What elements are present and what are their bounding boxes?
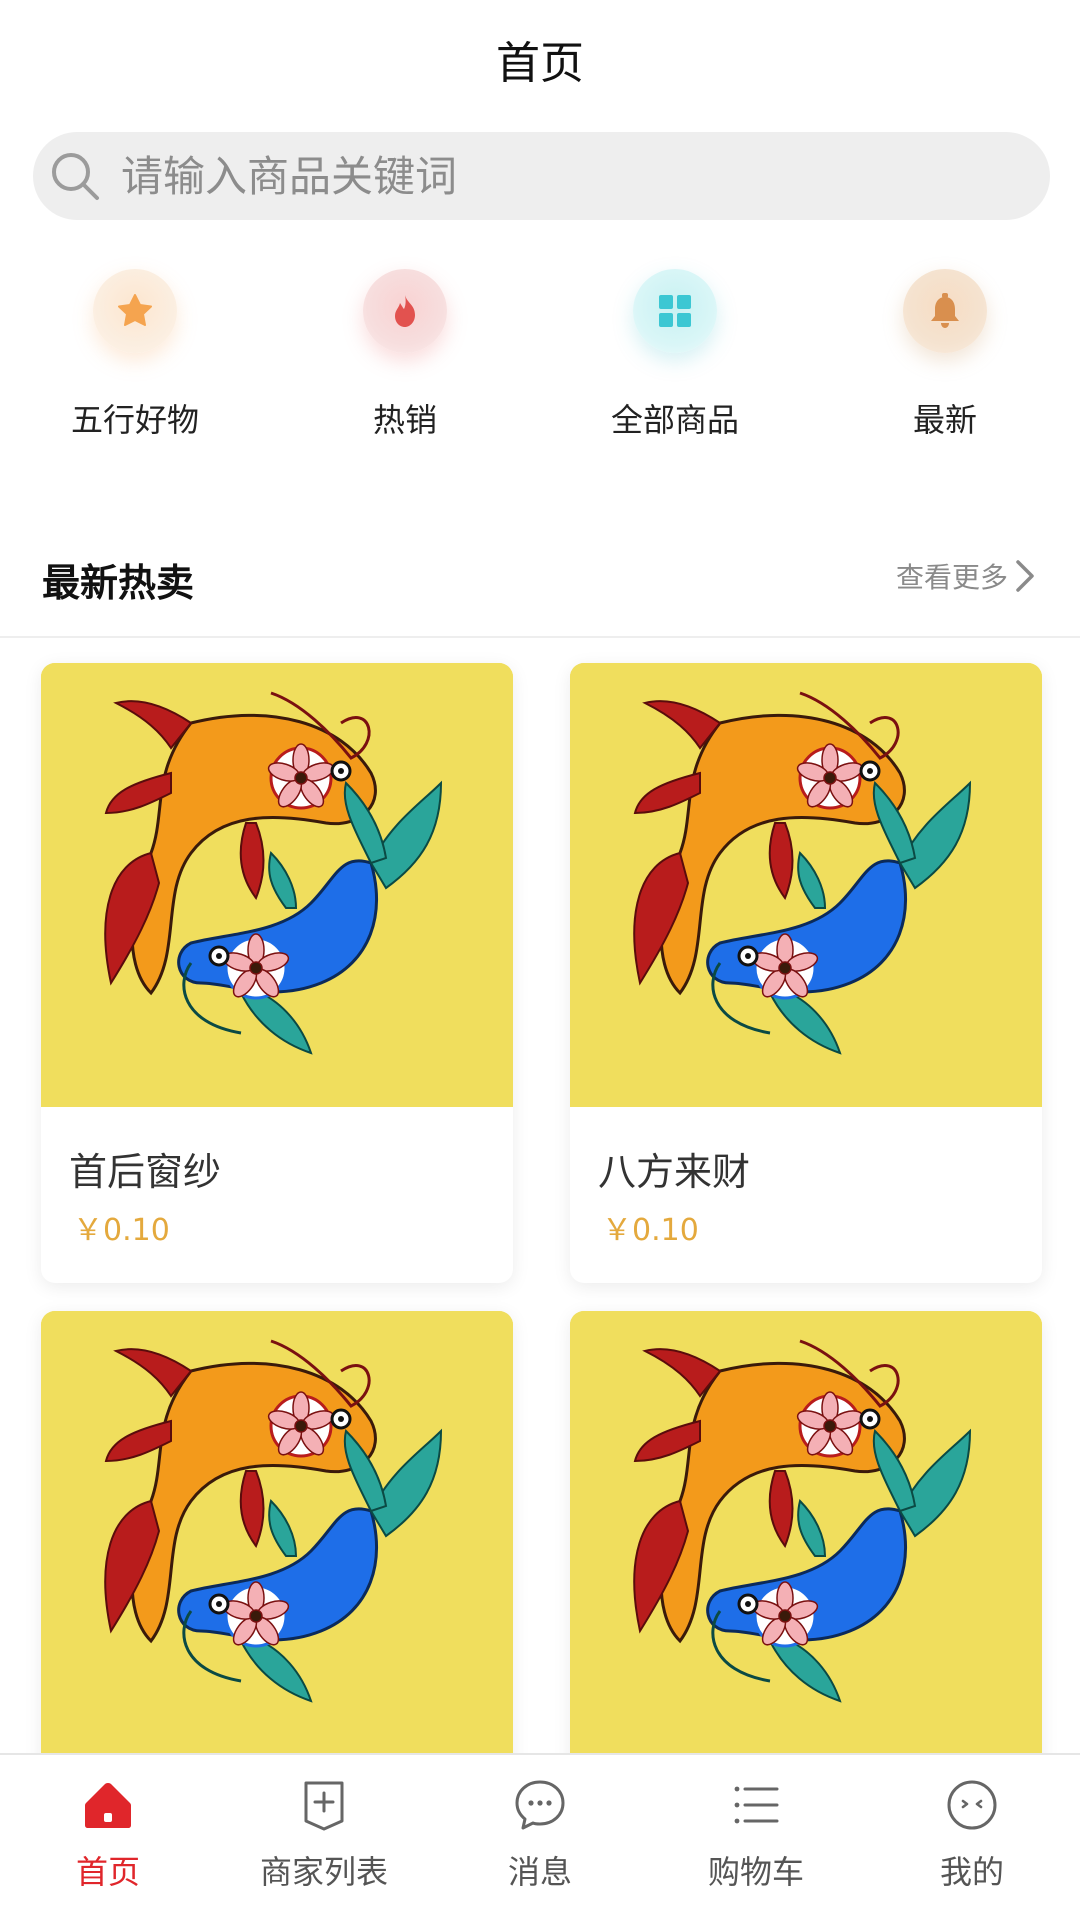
section-header: 最新热卖 查看更多 — [0, 540, 1080, 638]
product-price: ￥0.10 — [602, 1213, 699, 1248]
tab-messages[interactable]: 消息 — [432, 1755, 648, 1920]
tab-shop-list[interactable]: 商家列表 — [216, 1755, 432, 1920]
category-label: 热销 — [372, 401, 437, 439]
category-item-newest[interactable]: 最新 — [810, 265, 1080, 455]
view-more-link[interactable]: 查看更多 — [896, 556, 1036, 596]
product-card[interactable]: 八方来财 ￥0.10 — [570, 663, 1042, 1283]
star-icon — [93, 269, 177, 353]
product-price: ￥0.10 — [73, 1213, 170, 1248]
category-item-wuxing[interactable]: 五行好物 — [0, 265, 270, 455]
product-image — [570, 1311, 1042, 1755]
page-title: 首页 — [496, 38, 584, 89]
category-label: 最新 — [912, 401, 977, 439]
tab-home[interactable]: 首页 — [0, 1755, 216, 1920]
product-grid: 首后窗纱 ￥0.10 八方来财 ￥0.10 — [0, 663, 1080, 1920]
product-image — [41, 1311, 513, 1755]
category-label: 五行好物 — [70, 401, 199, 439]
cart-list-icon — [734, 1786, 779, 1824]
bell-icon — [903, 269, 987, 353]
tab-label: 商家列表 — [259, 1853, 388, 1891]
search-bar[interactable] — [33, 132, 1050, 220]
product-name: 八方来财 — [598, 1150, 751, 1194]
tab-label: 我的 — [939, 1853, 1004, 1891]
shop-list-icon — [304, 1781, 344, 1831]
section-title: 最新热卖 — [42, 561, 195, 605]
category-label: 全部商品 — [610, 401, 739, 439]
product-image — [41, 663, 513, 1107]
category-item-all[interactable]: 全部商品 — [540, 265, 810, 455]
tab-label: 首页 — [75, 1853, 140, 1891]
grid-icon — [633, 269, 717, 353]
search-icon — [52, 153, 99, 200]
product-image — [570, 663, 1042, 1107]
product-name: 首后窗纱 — [69, 1150, 222, 1194]
tab-profile[interactable]: 我的 — [864, 1755, 1080, 1920]
profile-icon — [947, 1780, 997, 1830]
tab-label: 购物车 — [707, 1853, 804, 1891]
search-input[interactable] — [119, 150, 983, 202]
tab-cart[interactable]: 购物车 — [648, 1755, 864, 1920]
fire-icon — [363, 269, 447, 353]
tab-label: 消息 — [507, 1853, 572, 1891]
bottom-tab-bar: 首页 商家列表 消息 购物车 我的 — [0, 1753, 1080, 1920]
category-shortcuts: 五行好物 热销 全部商品 最新 — [0, 265, 1080, 455]
chevron-right-icon — [1016, 560, 1034, 592]
home-page: 首页 五行好物 热销 — [0, 0, 1080, 1920]
category-item-hot[interactable]: 热销 — [270, 265, 540, 455]
view-more-label: 查看更多 — [895, 561, 1008, 594]
message-icon — [515, 1780, 565, 1830]
product-card[interactable]: 首后窗纱 ￥0.10 — [41, 663, 513, 1283]
home-icon — [85, 1783, 131, 1828]
